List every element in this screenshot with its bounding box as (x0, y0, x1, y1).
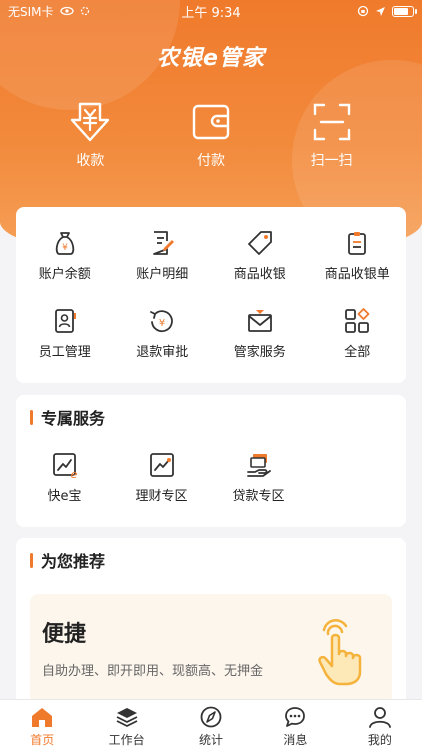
section-title: 为您推荐 (41, 552, 106, 571)
promo-description: 自助办理、即开即用、现额高、无押金 (42, 664, 264, 679)
quick-action-label: 收款 (76, 153, 105, 169)
service-label: 管家服务 (233, 345, 286, 360)
service-label: 员工管理 (38, 345, 91, 360)
exclusive-services-card: 专属服务 e 快e宝 理财专区 贷款专区 (16, 395, 406, 527)
service-label: 账户余额 (38, 267, 91, 282)
home-icon (32, 708, 53, 727)
loan-hand-icon (246, 454, 271, 477)
yuan-download-icon (71, 102, 110, 142)
section-accent-bar (30, 409, 33, 425)
account-details-button[interactable]: 账户明细 (114, 229, 212, 307)
chart-e-icon: e (52, 453, 77, 479)
compass-icon (200, 706, 222, 728)
bottom-tab-bar: 首页 工作台 统计 消息 我的 (0, 699, 422, 750)
quick-action-label: 扫一扫 (310, 153, 353, 169)
service-label: 账户明细 (136, 267, 189, 282)
svg-text:¥: ¥ (62, 243, 68, 253)
employee-management-button[interactable]: 员工管理 (16, 307, 114, 385)
user-icon (368, 707, 391, 728)
pay-button[interactable]: 付款 (166, 100, 256, 180)
service-label: 全部 (344, 345, 371, 360)
tab-label: 消息 (283, 733, 308, 747)
price-tag-icon (247, 231, 272, 255)
lock-rotation-icon (357, 5, 369, 17)
service-label: 商品收银单 (324, 267, 390, 282)
refund-icon: ¥ (150, 310, 174, 333)
document-edit-icon (153, 231, 175, 255)
product-checkout-button[interactable]: 商品收银 (211, 229, 309, 307)
section-header: 为您推荐 (16, 538, 406, 582)
receive-payment-button[interactable]: 收款 (45, 100, 135, 180)
brand-logo: 农银e管家 (157, 46, 265, 71)
recommend-card: 为您推荐 便捷 自助办理、即开即用、现额高、无押金 (16, 538, 406, 708)
layers-icon (116, 708, 138, 727)
tab-messages[interactable]: 消息 (253, 700, 337, 750)
tab-workbench[interactable]: 工作台 (84, 700, 168, 750)
loan-zone-button[interactable]: 贷款专区 (210, 451, 307, 504)
wealth-zone-button[interactable]: 理财专区 (113, 451, 210, 504)
clipboard-icon (348, 232, 367, 255)
section-header: 专属服务 (16, 395, 406, 439)
promo-title: 便捷 (42, 622, 87, 647)
tab-label: 工作台 (108, 733, 145, 747)
butler-service-button[interactable]: 管家服务 (211, 307, 309, 385)
svg-text:¥: ¥ (159, 318, 165, 329)
wallet-icon (192, 104, 230, 140)
account-balance-button[interactable]: ¥ 账户余额 (16, 229, 114, 307)
exclusive-label: 理财专区 (135, 489, 188, 504)
service-label: 退款审批 (136, 345, 189, 360)
scan-icon (313, 103, 350, 141)
wifi-eye-icon (59, 6, 74, 16)
svg-text:e: e (70, 468, 77, 479)
refund-approval-button[interactable]: ¥ 退款审批 (114, 307, 212, 385)
tab-home[interactable]: 首页 (0, 700, 84, 750)
trend-chart-icon (149, 453, 174, 477)
tab-label: 统计 (199, 733, 224, 747)
chat-icon (285, 707, 306, 727)
envelope-icon (247, 310, 272, 332)
scan-button[interactable]: 扫一扫 (287, 100, 377, 180)
status-bar: 无SIM卡 上午 9:34 (0, 0, 422, 22)
all-services-button[interactable]: 全部 (309, 307, 407, 385)
tab-profile[interactable]: 我的 (338, 700, 422, 750)
location-icon (376, 6, 385, 16)
employee-badge-icon (54, 309, 76, 333)
section-accent-bar (30, 552, 33, 568)
grid-all-icon (345, 308, 370, 333)
loading-icon (80, 6, 89, 16)
carrier-text: 无SIM卡 (8, 4, 54, 19)
checkout-order-button[interactable]: 商品收银单 (309, 229, 407, 307)
tab-statistics[interactable]: 统计 (169, 700, 253, 750)
tab-label: 我的 (367, 733, 392, 747)
exclusive-label: 快e宝 (47, 489, 82, 504)
kuaiebao-button[interactable]: e 快e宝 (16, 451, 113, 504)
tab-label: 首页 (30, 733, 55, 747)
quick-actions: 收款 付款 扫一扫 (0, 100, 422, 180)
promo-banner[interactable]: 便捷 自助办理、即开即用、现额高、无押金 (30, 594, 392, 704)
service-label: 商品收银 (233, 267, 286, 282)
money-bag-icon: ¥ (55, 232, 74, 255)
exclusive-label: 贷款专区 (232, 489, 285, 504)
section-title: 专属服务 (41, 409, 106, 428)
battery-icon (392, 5, 417, 17)
quick-action-label: 付款 (196, 153, 225, 169)
services-card: ¥ 账户余额 账户明细 商品收银 商品收银单 员工管理 ¥ 退款审批 管家服务 … (16, 207, 406, 383)
tap-hand-icon (318, 619, 362, 686)
